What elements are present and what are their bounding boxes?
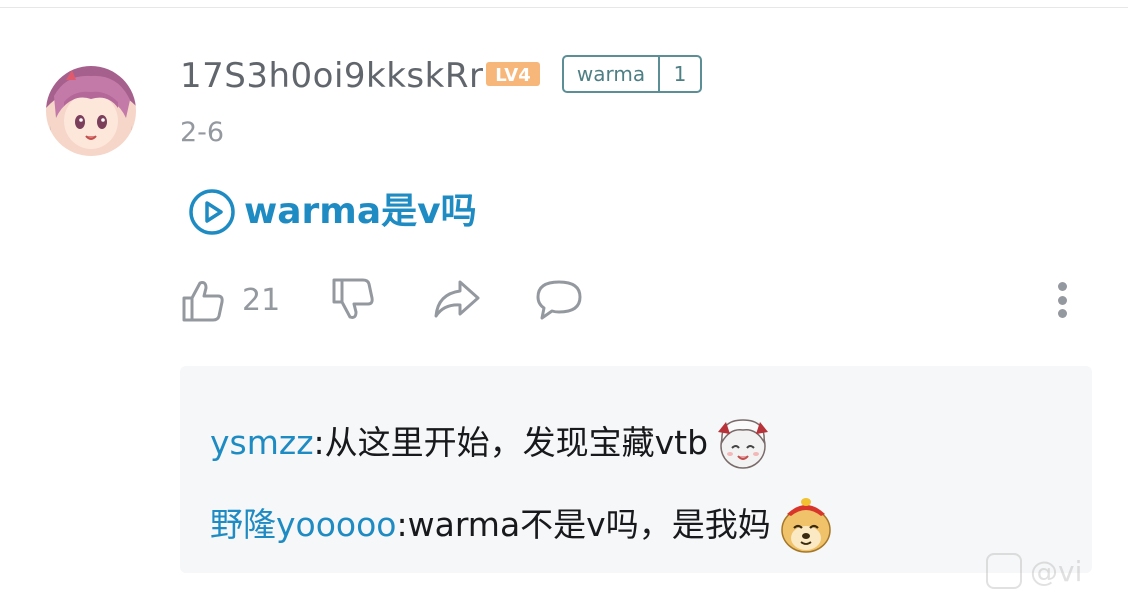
level-badge: LV4 — [486, 62, 540, 86]
avatar[interactable] — [46, 66, 136, 156]
like-count: 21 — [242, 283, 281, 318]
more-options-button[interactable] — [1052, 280, 1072, 320]
reply-button[interactable] — [534, 276, 584, 322]
reply-username[interactable]: 野隆yooooo — [210, 500, 396, 550]
fan-medal-badge[interactable]: warma 1 — [562, 55, 702, 93]
watermark: @vi — [986, 553, 1082, 589]
more-icon-dot — [1057, 309, 1067, 318]
comment-username[interactable]: 17S3h0oi9kkskRr — [180, 54, 483, 98]
watermark-logo-icon — [986, 553, 1022, 589]
watermark-text: @vi — [1030, 554, 1083, 588]
reply-text: 从这里开始，发现宝藏vtb — [324, 423, 709, 462]
avatar-image — [46, 66, 136, 156]
reply-preview-panel[interactable]: ysmzz: 从这里开始，发现宝藏vtb 野隆yooooo: warma不是v吗… — [180, 366, 1092, 573]
reply-text: warma不是v吗，是我妈 — [407, 505, 771, 544]
video-link[interactable]: warma是v吗 — [188, 188, 477, 236]
like-button[interactable]: 21 — [180, 276, 280, 326]
fan-medal-level: 1 — [673, 62, 687, 86]
reply-item[interactable]: ysmzz: 从这里开始，发现宝藏vtb — [210, 412, 774, 474]
comment-date: 2-6 — [180, 117, 225, 148]
share-button[interactable] — [432, 276, 482, 322]
more-icon-dot — [1057, 295, 1067, 305]
fan-medal-name: warma — [564, 57, 660, 91]
more-icon — [1057, 282, 1067, 291]
dislike-button[interactable] — [330, 276, 376, 322]
thumbs-up-icon — [182, 281, 224, 322]
doge-emote — [780, 498, 831, 553]
reply-icon — [536, 280, 582, 320]
video-link-text: warma是v吗 — [244, 191, 477, 232]
reply-item[interactable]: 野隆yooooo: warma不是v吗，是我妈 — [210, 494, 837, 556]
comment-actions: 21 — [180, 276, 1080, 326]
top-divider — [0, 7, 1128, 8]
thumbs-down-icon — [332, 278, 374, 319]
reply-separator: : — [313, 423, 325, 462]
play-circle-icon — [189, 189, 235, 235]
reply-username[interactable]: ysmzz — [210, 418, 314, 468]
share-icon — [434, 280, 480, 318]
anime-girl-emote — [718, 419, 769, 469]
reply-separator: : — [396, 505, 408, 544]
level-badge-text: LV4 — [495, 65, 530, 86]
